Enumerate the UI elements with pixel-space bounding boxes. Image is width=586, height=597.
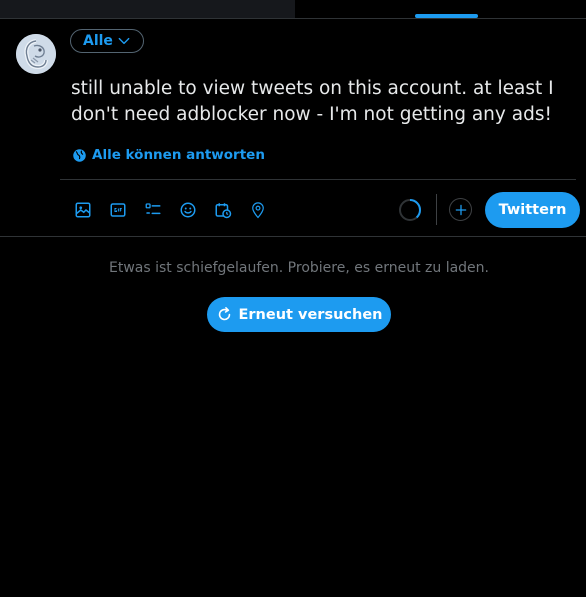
- retry-button[interactable]: Erneut versuchen: [207, 297, 391, 332]
- schedule-button[interactable]: [210, 197, 236, 223]
- plus-icon: [455, 204, 466, 215]
- active-tab-indicator: [415, 14, 478, 18]
- avatar[interactable]: [16, 34, 56, 74]
- composer-toolbar: [70, 197, 271, 223]
- avatar-image: [16, 34, 56, 74]
- chevron-down-icon: [118, 37, 130, 45]
- add-image-button[interactable]: [70, 197, 96, 223]
- retry-label: Erneut versuchen: [238, 306, 383, 323]
- add-emoji-button[interactable]: [175, 197, 201, 223]
- refresh-icon: [218, 306, 230, 321]
- tweet-textarea[interactable]: still unable to view tweets on this acco…: [71, 76, 571, 128]
- page: Alle still unable to view tweets on this…: [0, 0, 586, 597]
- timeline-tabs: [0, 0, 586, 19]
- audience-selector-button[interactable]: Alle: [70, 29, 144, 53]
- tab-for-you[interactable]: [0, 0, 295, 18]
- reply-setting-button[interactable]: Alle können antworten: [72, 145, 265, 165]
- add-poll-button[interactable]: [140, 197, 166, 223]
- character-count-ring: [399, 199, 421, 221]
- schedule-icon: [215, 203, 232, 219]
- tweet-button[interactable]: Twittern: [485, 192, 580, 228]
- emoji-icon: [180, 202, 196, 218]
- toolbar-separator: [436, 194, 437, 225]
- add-thread-button[interactable]: [449, 198, 472, 221]
- image-icon: [75, 202, 91, 218]
- reply-setting-label: Alle können antworten: [92, 147, 265, 163]
- add-location-button[interactable]: [245, 197, 271, 223]
- poll-icon: [145, 203, 161, 215]
- globe-icon: [73, 148, 86, 162]
- error-message: Etwas ist schiefgelaufen. Probiere, es e…: [109, 260, 489, 276]
- add-gif-button[interactable]: [105, 197, 131, 223]
- audience-label: Alle: [83, 33, 113, 49]
- section-divider: [0, 236, 586, 237]
- location-icon: [252, 202, 264, 219]
- composer-divider: [60, 179, 576, 180]
- gif-icon: [110, 203, 126, 217]
